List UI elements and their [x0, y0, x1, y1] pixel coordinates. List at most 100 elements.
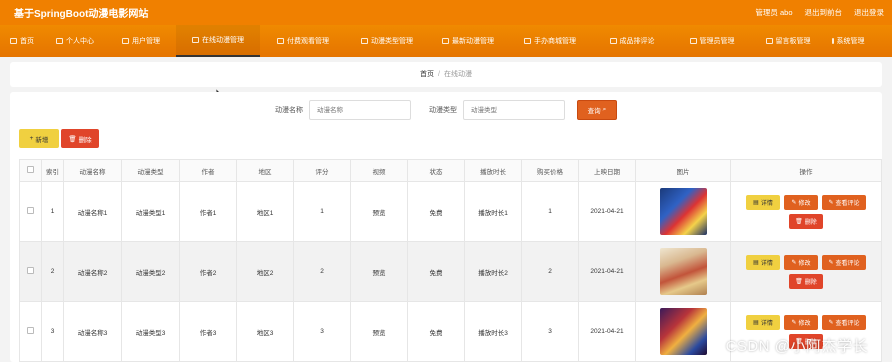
- logout-link[interactable]: 退出登录: [854, 7, 884, 18]
- cell-date: 2021-04-21: [578, 181, 636, 242]
- message-icon: [765, 38, 773, 44]
- cell-score: 1: [293, 181, 351, 242]
- column-header: 播放时长: [464, 159, 522, 182]
- search-icon: ⌕: [602, 106, 607, 113]
- row-checkbox[interactable]: [19, 301, 42, 362]
- column-header: 上映日期: [578, 159, 636, 182]
- video-preview-link[interactable]: 预览: [350, 181, 408, 242]
- column-header: 地区: [236, 159, 294, 182]
- column-header: 操作: [730, 159, 882, 182]
- nav-item-comments[interactable]: 成品排评论: [592, 25, 672, 57]
- new-icon: [442, 38, 449, 44]
- cell-type: 动漫类型2: [121, 241, 180, 302]
- detail-button[interactable]: ▤ 详情: [746, 314, 780, 330]
- cell-date: 2021-04-21: [578, 301, 636, 362]
- comment-icon: ✎: [828, 259, 834, 266]
- delete-button[interactable]: 🗑 删除: [789, 213, 823, 229]
- column-header: 索引: [41, 159, 64, 182]
- nav-item-online-anime[interactable]: 在线动漫管理: [176, 25, 260, 57]
- backend-link[interactable]: 退出到前台: [805, 7, 843, 18]
- cell-status: 免费: [407, 241, 465, 302]
- select-all-checkbox[interactable]: [19, 159, 42, 182]
- nav-item-figure-shop[interactable]: 手办商城管理: [508, 25, 592, 57]
- cell-duration: 播放时长2: [464, 241, 522, 302]
- anime-cover-image[interactable]: [659, 248, 707, 295]
- cell-index: 1: [41, 181, 64, 242]
- nav-item-system[interactable]: 系统管理: [824, 25, 872, 57]
- nav-item-paid-viewing[interactable]: 付费观看管理: [260, 25, 346, 57]
- add-button[interactable]: + 新增: [19, 129, 59, 148]
- settings-icon: [831, 38, 834, 44]
- nav-item-admins[interactable]: 管理员管理: [672, 25, 752, 57]
- nav-item-anime-types[interactable]: 动漫类型管理: [346, 25, 428, 57]
- main-nav: 首页 个人中心 用户管理 在线动漫管理 付费观看管理 动漫类型管理 最新动漫管理…: [0, 25, 892, 57]
- content-panel: 动漫名称 动漫类型 查询⌕ +新增 🗑删除 索引 动漫名称 动漫类型 作者 地区…: [10, 92, 882, 362]
- column-header: 动漫名称: [63, 159, 122, 182]
- nav-item-guestbook[interactable]: 留言板管理: [752, 25, 824, 57]
- users-icon: [122, 38, 129, 44]
- admin-icon: [689, 38, 697, 44]
- delete-button[interactable]: 🗑 删除: [789, 273, 823, 289]
- cell-image: [635, 181, 731, 242]
- breadcrumb: 首页 / 在线动漫: [10, 62, 882, 87]
- plus-icon: +: [29, 135, 34, 142]
- cell-name: 动漫名称3: [63, 301, 122, 362]
- type-search-input[interactable]: [463, 100, 565, 120]
- cell-actions: ▤ 详情 ✎ 修改 ✎ 查看评论 🗑 删除: [730, 181, 882, 242]
- detail-button[interactable]: ▤ 详情: [746, 194, 780, 210]
- comment-icon: ✎: [828, 199, 834, 206]
- user-menu: 管理员 abo 退出到前台 退出登录: [755, 7, 884, 18]
- nav-item-latest-anime[interactable]: 最新动漫管理: [428, 25, 508, 57]
- cell-region: 地区1: [236, 181, 294, 242]
- name-search-input[interactable]: [309, 100, 411, 120]
- nav-item-home[interactable]: 首页: [0, 25, 44, 57]
- comment-icon: ✎: [828, 319, 834, 326]
- shop-icon: [524, 38, 531, 44]
- type-search-label: 动漫类型: [429, 107, 457, 114]
- trash-icon: 🗑: [795, 278, 803, 285]
- column-header: 动漫类型: [121, 159, 180, 182]
- video-preview-link[interactable]: 预览: [350, 241, 408, 302]
- edit-button[interactable]: ✎ 修改: [784, 314, 818, 330]
- user-icon: [56, 38, 63, 44]
- detail-button[interactable]: ▤ 详情: [746, 254, 780, 270]
- name-search-label: 动漫名称: [275, 107, 303, 114]
- cell-index: 3: [41, 301, 64, 362]
- edit-button[interactable]: ✎ 修改: [784, 194, 818, 210]
- trash-icon: 🗑: [795, 218, 803, 225]
- cell-actions: ▤ 详情 ✎ 修改 ✎ 查看评论 🗑 删除: [730, 241, 882, 302]
- column-header: 购买价格: [521, 159, 579, 182]
- view-comments-button[interactable]: ✎ 查看评论: [822, 254, 866, 270]
- cell-author: 作者3: [179, 301, 237, 362]
- column-header: 作者: [179, 159, 237, 182]
- table-header-row: 索引 动漫名称 动漫类型 作者 地区 评分 视频 状态 播放时长 购买价格 上映…: [19, 159, 882, 182]
- cell-type: 动漫类型1: [121, 181, 180, 242]
- cell-index: 2: [41, 241, 64, 302]
- cell-status: 免费: [407, 181, 465, 242]
- edit-icon: ✎: [791, 319, 797, 326]
- view-comments-button[interactable]: ✎ 查看评论: [822, 194, 866, 210]
- cell-status: 免费: [407, 301, 465, 362]
- anime-table: 索引 动漫名称 动漫类型 作者 地区 评分 视频 状态 播放时长 购买价格 上映…: [19, 159, 882, 362]
- video-preview-link[interactable]: 预览: [350, 301, 408, 362]
- nav-item-profile[interactable]: 个人中心: [44, 25, 106, 57]
- anime-cover-image[interactable]: [659, 188, 707, 235]
- cell-image: [635, 301, 731, 362]
- cell-author: 作者2: [179, 241, 237, 302]
- column-header: 状态: [407, 159, 465, 182]
- edit-icon: ✎: [791, 199, 797, 206]
- column-header: 视频: [350, 159, 408, 182]
- nav-item-users[interactable]: 用户管理: [106, 25, 176, 57]
- breadcrumb-home[interactable]: 首页: [420, 71, 434, 78]
- cell-duration: 播放时长1: [464, 181, 522, 242]
- query-button[interactable]: 查询 ⌕: [577, 100, 617, 120]
- detail-icon: ▤: [753, 199, 759, 206]
- home-icon: [10, 38, 17, 44]
- edit-button[interactable]: ✎ 修改: [784, 254, 818, 270]
- batch-delete-button[interactable]: 🗑 删除: [61, 129, 99, 148]
- view-comments-button[interactable]: ✎ 查看评论: [822, 314, 866, 330]
- site-title: 基于SpringBoot动漫电影网站: [14, 9, 149, 20]
- row-checkbox[interactable]: [19, 181, 42, 242]
- row-checkbox[interactable]: [19, 241, 42, 302]
- anime-cover-image[interactable]: [659, 308, 707, 355]
